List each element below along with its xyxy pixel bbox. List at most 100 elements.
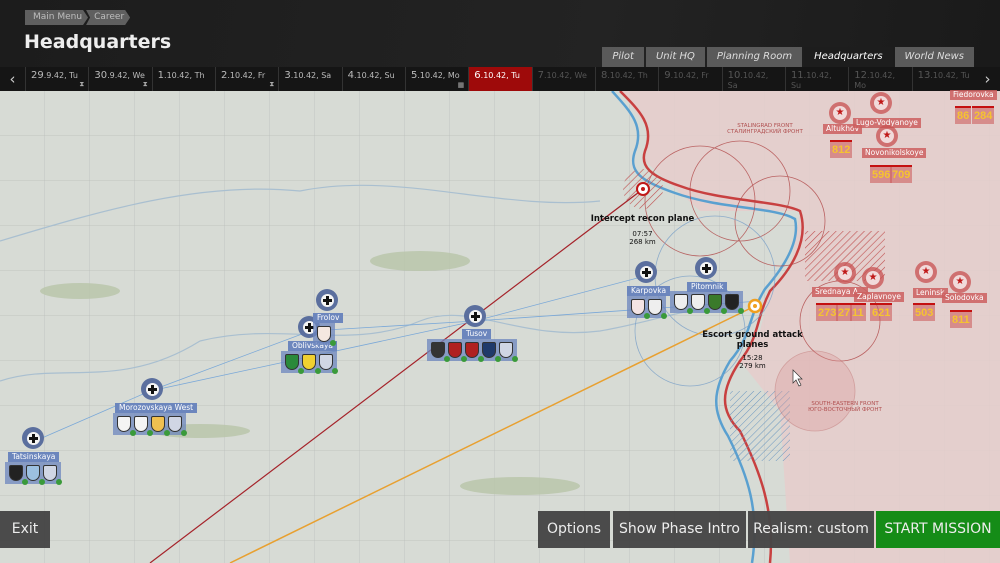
eagle-unit-emblem-icon[interactable]	[117, 416, 136, 436]
aircraft-unit-emblem-icon[interactable]	[499, 342, 518, 362]
mission-distance: 279 km	[739, 362, 766, 370]
airfield-label[interactable]: Novonikolskoye	[862, 148, 927, 158]
date-day: 13	[917, 70, 931, 81]
date-tab[interactable]: 6.10.42, Tu	[468, 67, 532, 91]
green-shield-unit-emblem-icon[interactable]	[708, 294, 727, 314]
airfield-label[interactable]: Fiedorovka	[950, 90, 997, 100]
black-horse-unit-emblem-icon[interactable]	[725, 294, 744, 314]
date-tab[interactable]: 12.10.42, Mo	[848, 67, 911, 91]
luftwaffe-airfield-icon[interactable]	[22, 427, 44, 449]
luftwaffe-airfield-icon[interactable]	[695, 257, 717, 279]
soviet-airfield-star-icon[interactable]: ★	[949, 271, 971, 293]
red-dragon-unit-emblem-icon[interactable]	[317, 326, 336, 346]
airfield-label[interactable]: Tatsinskaya	[8, 452, 60, 462]
ship-unit-emblem-icon[interactable]	[151, 416, 170, 436]
campaign-map[interactable]	[0, 91, 1000, 563]
date-rest: .10.42, Su	[354, 71, 395, 80]
show-phase-intro-button[interactable]: Show Phase Intro	[613, 511, 746, 548]
airfield-label[interactable]: Tusov	[462, 329, 492, 339]
date-rest: .10.42, Th	[164, 71, 205, 80]
airfield-label[interactable]: Frolov	[313, 313, 344, 323]
axe-unit-emblem-icon[interactable]	[691, 294, 710, 314]
chevron-left-icon[interactable]: ‹	[0, 67, 25, 91]
green-unit-emblem-icon[interactable]	[285, 354, 304, 374]
front-label: SOUTH-EASTERN FRONT ЮГО-ВОСТОЧНЫЙ ФРОНТ	[800, 401, 890, 413]
aircraft-unit-emblem-icon[interactable]	[43, 465, 62, 485]
aircraft-unit-emblem-icon[interactable]	[168, 416, 187, 436]
date-day: 30	[94, 70, 108, 81]
tab-pilot[interactable]: Pilot	[602, 47, 644, 67]
luftwaffe-airfield-icon[interactable]	[141, 378, 163, 400]
front-name-ru: СТАЛИНГРАДСКИЙ ФРОНТ	[727, 129, 803, 135]
mission-time: 07:57	[632, 230, 653, 238]
mission-distance: 268 km	[629, 238, 656, 246]
chevron-right-icon[interactable]: ›	[975, 67, 1000, 91]
airfield-label[interactable]: Morozovskaya West	[115, 403, 198, 413]
aircraft-unit-emblem-icon[interactable]	[319, 354, 338, 374]
luftwaffe-airfield-icon[interactable]	[635, 261, 657, 283]
eagle-unit-emblem-icon[interactable]	[134, 416, 153, 436]
date-tab[interactable]: 30.9.42, We ⧗	[88, 67, 151, 91]
realism-button[interactable]: Realism: custom	[748, 511, 874, 548]
soviet-airfield-star-icon[interactable]: ★	[915, 261, 937, 283]
calendar-icon: ▦	[457, 81, 465, 89]
date-tab[interactable]: 4.10.42, Su	[341, 67, 405, 91]
date-tab[interactable]: 2.10.42, Fr ⧗	[214, 67, 278, 91]
exit-button[interactable]: Exit	[0, 511, 50, 548]
soviet-airfield-star-icon[interactable]: ★	[829, 102, 851, 124]
blue-unit-emblem-icon[interactable]	[482, 342, 501, 362]
tab-unit-hq[interactable]: Unit HQ	[645, 47, 705, 67]
aircraft-count: 284	[972, 106, 995, 124]
date-tab[interactable]: 13.10.42, Tu	[911, 67, 975, 91]
crossed-swords-unit-emblem-icon[interactable]	[674, 294, 693, 314]
soviet-airfield-star-icon[interactable]: ★	[862, 267, 884, 289]
tab-world-news[interactable]: World News	[894, 47, 974, 67]
aircraft-count: 709	[890, 165, 913, 183]
red-eagle-unit-emblem-icon[interactable]	[631, 299, 650, 319]
date-rest: .9.42, Tu	[43, 71, 78, 80]
soviet-airfield-star-icon[interactable]: ★	[876, 125, 898, 147]
mission-title[interactable]: Escort ground attack planes	[700, 330, 805, 350]
date-tab[interactable]: 5.10.42, Mo ▦	[404, 67, 468, 91]
breadcrumb-main-menu[interactable]: Main Menu	[25, 10, 88, 25]
date-tab[interactable]: 11.10.42, Su	[784, 67, 848, 91]
options-button[interactable]: Options	[538, 511, 610, 548]
date-tab[interactable]: 29.9.42, Tu ⧗	[25, 67, 88, 91]
tab-bar: Pilot Unit HQ Planning Room Headquarters…	[602, 47, 974, 67]
luftwaffe-airfield-icon[interactable]	[316, 289, 338, 311]
airfield-label[interactable]: Solodovka	[942, 293, 987, 303]
tab-headquarters[interactable]: Headquarters	[804, 47, 893, 67]
blue-shield-unit-emblem-icon[interactable]	[26, 465, 45, 485]
date-rest: .10.42, Mo	[417, 71, 460, 80]
soviet-airfield-star-icon[interactable]: ★	[870, 92, 892, 114]
date-tab[interactable]: 1.10.42, Th	[151, 67, 215, 91]
cross-unit-emblem-icon[interactable]	[648, 299, 667, 319]
aircraft-count: 273	[816, 303, 839, 321]
aircraft-count: 86	[955, 106, 972, 124]
soviet-airfield-star-icon[interactable]: ★	[834, 262, 856, 284]
date-tab[interactable]: 9.10.42, Fr	[658, 67, 721, 91]
target-escort-icon	[747, 298, 763, 314]
date-tab[interactable]: 3.10.42, Sa	[278, 67, 341, 91]
breadcrumb-career[interactable]: Career	[86, 10, 130, 25]
red-unit-emblem-icon[interactable]	[448, 342, 467, 362]
red-unit-emblem-icon[interactable]	[465, 342, 484, 362]
date-tab[interactable]: 8.10.42, Th	[594, 67, 658, 91]
front-name-ru: ЮГО-ВОСТОЧНЫЙ ФРОНТ	[808, 407, 882, 413]
date-tab[interactable]: 7.10.42, We	[531, 67, 595, 91]
airfield-label[interactable]: Zaplavnoye	[854, 292, 905, 302]
start-mission-button[interactable]: START MISSION	[876, 511, 1000, 548]
target-intercept-icon	[636, 182, 650, 196]
airfield-label[interactable]: Karpovka	[627, 286, 671, 296]
mission-title[interactable]: Intercept recon plane	[590, 214, 695, 224]
black-lion-unit-emblem-icon[interactable]	[9, 465, 28, 485]
date-day: 29	[31, 70, 44, 81]
date-tab[interactable]: 10.10.42, Sa	[721, 67, 785, 91]
yellow-unit-emblem-icon[interactable]	[302, 354, 321, 374]
luftwaffe-airfield-icon[interactable]	[464, 305, 486, 327]
tab-planning-room[interactable]: Planning Room	[706, 47, 803, 67]
date-rest: .10.42, We	[544, 71, 587, 80]
hourglass-icon: ⧗	[269, 80, 275, 88]
dark-unit-emblem-icon[interactable]	[431, 342, 450, 362]
date-day: 12	[854, 70, 867, 81]
